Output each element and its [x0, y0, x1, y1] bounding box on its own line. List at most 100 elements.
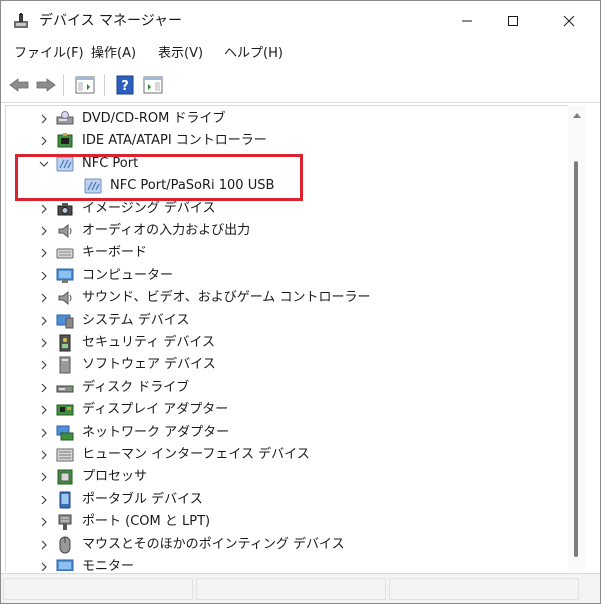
- tree-node-label: システム デバイス: [82, 312, 190, 328]
- tree-category-row[interactable]: オーディオの入力および出力: [6, 220, 566, 242]
- device-manager-app-icon: [14, 13, 28, 28]
- mouse-icon: [59, 536, 71, 554]
- chevron-right-icon[interactable]: [38, 292, 50, 304]
- tree-category-row[interactable]: キーボード: [6, 242, 566, 264]
- maximize-button[interactable]: [490, 1, 536, 41]
- chevron-right-icon[interactable]: [38, 516, 50, 528]
- tree-node-label: ネットワーク アダプター: [82, 424, 230, 440]
- menu-help[interactable]: ヘルプ(H): [224, 45, 283, 63]
- vertical-scrollbar[interactable]: [568, 105, 586, 571]
- tree-category-row[interactable]: ディスク ドライブ: [6, 377, 566, 399]
- close-button[interactable]: [546, 1, 592, 41]
- chevron-right-icon[interactable]: [38, 404, 50, 416]
- minimize-button[interactable]: [444, 1, 490, 41]
- tree-category-row[interactable]: ヒューマン インターフェイス デバイス: [6, 444, 566, 466]
- tree-category-row[interactable]: マウスとそのほかのポインティング デバイス: [6, 534, 566, 556]
- monitor-icon: [56, 559, 74, 571]
- disk-drive-icon: [56, 385, 74, 393]
- keyboard-icon: [56, 248, 74, 259]
- tree-node-label: コンピューター: [82, 267, 174, 283]
- tree-category-row[interactable]: モニター: [6, 556, 566, 571]
- menu-view[interactable]: 表示(V): [158, 45, 203, 63]
- security-device-icon: [59, 334, 71, 352]
- monitor-icon: [56, 268, 74, 283]
- tree-category-row[interactable]: コンピューター: [6, 265, 566, 287]
- chevron-right-icon[interactable]: [38, 203, 50, 215]
- chevron-right-icon[interactable]: [38, 427, 50, 439]
- show-hide-console-tree-button[interactable]: [73, 73, 97, 97]
- chevron-right-icon[interactable]: [38, 471, 50, 483]
- chevron-right-icon[interactable]: [38, 270, 50, 282]
- system-device-icon: [56, 314, 74, 329]
- software-device-icon: [59, 356, 71, 374]
- tree-category-row[interactable]: ソフトウェア デバイス: [6, 354, 566, 376]
- toolbar-separator: [63, 74, 64, 96]
- tree-node-label: イメージング デバイス: [82, 200, 216, 216]
- chevron-right-icon[interactable]: [38, 494, 50, 506]
- tree-node-label: ディスク ドライブ: [82, 379, 190, 395]
- tree-category-row[interactable]: ポート (COM と LPT): [6, 511, 566, 533]
- processor-icon: [57, 469, 73, 485]
- scroll-up-arrow-icon[interactable]: [572, 111, 582, 119]
- tree-node-label: ディスプレイ アダプター: [82, 402, 229, 418]
- back-button[interactable]: [7, 73, 31, 97]
- forward-button[interactable]: [34, 73, 58, 97]
- speaker-icon: [58, 291, 72, 306]
- portable-device-icon: [59, 491, 71, 509]
- chevron-right-icon[interactable]: [38, 315, 50, 327]
- toolbar-separator: [104, 74, 105, 96]
- dvd-drive-icon: [56, 111, 74, 125]
- chevron-right-icon[interactable]: [38, 113, 50, 125]
- port-icon: [58, 514, 72, 531]
- chevron-right-icon[interactable]: [38, 561, 50, 571]
- chevron-right-icon[interactable]: [38, 382, 50, 394]
- minimize-icon: [462, 20, 472, 22]
- tree-node-label: プロセッサ: [82, 469, 148, 485]
- hid-icon: [56, 448, 74, 462]
- tree-category-row[interactable]: ディスプレイ アダプター: [6, 399, 566, 421]
- tree-node-label: オーディオの入力および出力: [82, 223, 251, 238]
- tree-category-row[interactable]: DVD/CD-ROM ドライブ: [6, 108, 566, 130]
- menu-action[interactable]: 操作(A): [91, 45, 136, 63]
- tree-node-label: マウスとそのほかのポインティング デバイス: [82, 536, 345, 552]
- scrollbar-thumb[interactable]: [574, 161, 578, 557]
- tree-category-row[interactable]: IDE ATA/ATAPI コントローラー: [6, 130, 566, 152]
- chevron-right-icon[interactable]: [38, 449, 50, 461]
- tree-category-row[interactable]: サウンド、ビデオ、およびゲーム コントローラー: [6, 287, 566, 309]
- help-button[interactable]: ?: [113, 73, 137, 97]
- forward-arrow-icon: [36, 78, 56, 92]
- console-tree-icon: [75, 76, 95, 94]
- chevron-right-icon[interactable]: [38, 247, 50, 259]
- tree-node-label: ポータブル デバイス: [82, 491, 203, 507]
- title-bar[interactable]: デバイス マネージャー: [1, 1, 600, 41]
- tree-category-row[interactable]: ネットワーク アダプター: [6, 422, 566, 444]
- action-pane-icon: [143, 76, 163, 94]
- svg-text:?: ?: [121, 79, 129, 94]
- network-adapter-icon: [56, 425, 74, 441]
- chevron-right-icon[interactable]: [38, 539, 50, 551]
- tree-node-label: ポート (COM と LPT): [82, 514, 211, 530]
- nfc-port-highlight-box: [15, 154, 303, 201]
- chevron-right-icon[interactable]: [38, 337, 50, 349]
- ide-controller-icon: [57, 133, 73, 148]
- tree-category-row[interactable]: セキュリティ デバイス: [6, 332, 566, 354]
- tree-node-label: DVD/CD-ROM ドライブ: [82, 111, 226, 126]
- status-segment: [389, 578, 579, 600]
- tree-node-label: ヒューマン インターフェイス デバイス: [82, 447, 310, 462]
- close-icon: [563, 15, 575, 27]
- show-hide-action-pane-button[interactable]: [141, 73, 165, 97]
- help-icon: ?: [116, 75, 134, 95]
- tree-category-row[interactable]: ポータブル デバイス: [6, 489, 566, 511]
- tree-category-row[interactable]: プロセッサ: [6, 466, 566, 488]
- status-segment: [196, 578, 386, 600]
- chevron-right-icon[interactable]: [38, 225, 50, 237]
- menu-file[interactable]: ファイル(F): [14, 45, 84, 63]
- chevron-right-icon[interactable]: [38, 135, 50, 147]
- chevron-right-icon[interactable]: [38, 359, 50, 371]
- maximize-icon: [508, 16, 518, 26]
- tree-node-label: キーボード: [82, 245, 148, 261]
- camera-icon: [57, 202, 73, 216]
- speaker-icon: [58, 223, 72, 239]
- toolbar: ?: [1, 67, 600, 103]
- tree-category-row[interactable]: システム デバイス: [6, 310, 566, 332]
